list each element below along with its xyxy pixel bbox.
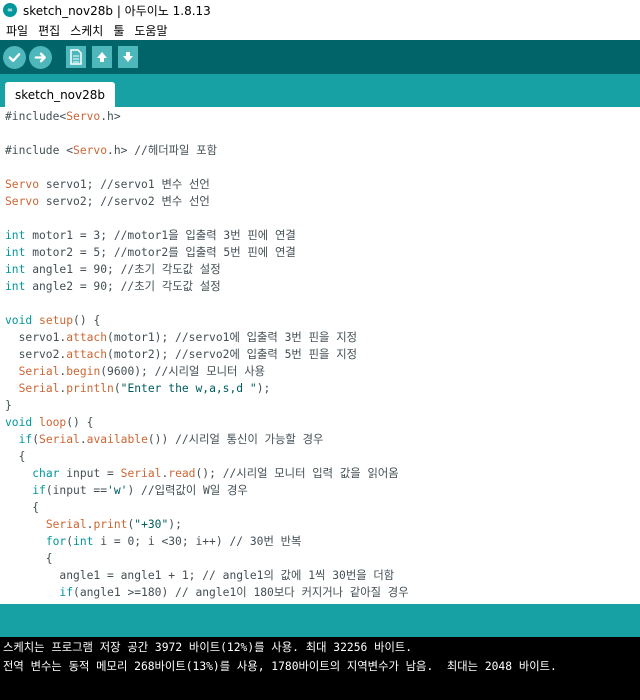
code-editor[interactable]: #include<Servo.h> #include <Servo.h> //헤…	[0, 107, 640, 604]
arrow-down-icon	[123, 52, 133, 62]
code-line-6: Servo servo2; //servo2 변수 선언	[5, 195, 210, 208]
menu-tools[interactable]: 툴	[113, 22, 124, 39]
code-line-10: int angle1 = 90; //초기 각도값 설정	[5, 263, 221, 276]
code-line-24: {	[5, 501, 40, 514]
console-output: 스케치는 프로그램 저장 공간 3972 바이트(12%)를 사용. 최대 32…	[0, 637, 640, 700]
code-line-22: char input = Serial.read(); //시리얼 모니터 입력…	[32, 467, 399, 480]
check-icon	[8, 52, 21, 62]
code-line-11: int angle2 = 90; //초기 각도값 설정	[5, 280, 221, 293]
code-line-18: }	[5, 399, 12, 412]
code-line-27: {	[5, 552, 53, 565]
menu-file[interactable]: 파일	[6, 22, 28, 39]
console-line-2: 전역 변수는 동적 메모리 268바이트(13%)를 사용, 1780바이트의 …	[3, 660, 557, 673]
code-line-26: for(int i = 0; i <30; i++) // 30번 반복	[45, 535, 302, 548]
verify-button[interactable]	[3, 45, 26, 69]
menu-edit[interactable]: 편집	[38, 22, 60, 39]
code-line-17: Serial.println("Enter the w,a,s,d ");	[18, 382, 271, 395]
menu-bar: 파일 편집 스케치 툴 도움말	[0, 20, 640, 40]
code-line-9: int motor2 = 5; //motor2를 입출력 5번 핀에 연결	[5, 246, 296, 259]
code-line-5: Servo servo1; //servo1 변수 선언	[5, 178, 210, 191]
arduino-logo-icon: ∞	[3, 3, 17, 17]
title-bar: ∞ sketch_nov28b | 아두이노 1.8.13	[0, 0, 640, 20]
menu-help[interactable]: 도움말	[134, 22, 167, 39]
tab-sketch[interactable]: sketch_nov28b	[5, 82, 115, 107]
code-line-1: #include<Servo.h>	[5, 110, 121, 123]
tab-bar: sketch_nov28b	[0, 74, 640, 107]
new-file-icon	[70, 49, 82, 65]
code-line-14: servo1.attach(motor1); //servo1에 입출력 3번 …	[5, 331, 358, 344]
arrow-right-icon	[34, 52, 46, 62]
code-line-28: angle1 = angle1 + 1; // angle1의 값에 1씩 30…	[5, 569, 395, 582]
code-line-19: void loop() {	[5, 416, 94, 429]
open-button[interactable]	[92, 46, 112, 68]
window-title: sketch_nov28b | 아두이노 1.8.13	[23, 3, 211, 18]
arrow-up-icon	[97, 52, 107, 62]
code-line-3: #include <Servo.h> //헤더파일 포함	[5, 144, 217, 157]
code-line-21: {	[5, 450, 26, 463]
code-line-20: if(Serial.available()) //시리얼 통신이 가능할 경우	[18, 433, 324, 446]
menu-sketch[interactable]: 스케치	[70, 22, 103, 39]
save-button[interactable]	[118, 46, 138, 68]
code-line-16: Serial.begin(9600); //시리얼 모니터 사용	[18, 365, 266, 378]
console-line-1: 스케치는 프로그램 저장 공간 3972 바이트(12%)를 사용. 최대 32…	[3, 641, 413, 654]
code-line-23: if(input =='w') //입력값이 W일 경우	[32, 484, 248, 497]
code-line-13: void setup() {	[5, 314, 101, 327]
new-button[interactable]	[66, 46, 86, 68]
toolbar	[0, 40, 640, 74]
status-bar	[0, 604, 640, 637]
code-line-25: Serial.print("+30");	[45, 518, 182, 531]
upload-button[interactable]	[29, 45, 52, 69]
code-line-29: if(angle1 >=180) // angle1이 180보다 커지거나 같…	[59, 586, 409, 599]
code-line-15: servo2.attach(motor2); //servo2에 입출력 5번 …	[5, 348, 358, 361]
code-line-8: int motor1 = 3; //motor1을 입출력 3번 핀에 연결	[5, 229, 296, 242]
